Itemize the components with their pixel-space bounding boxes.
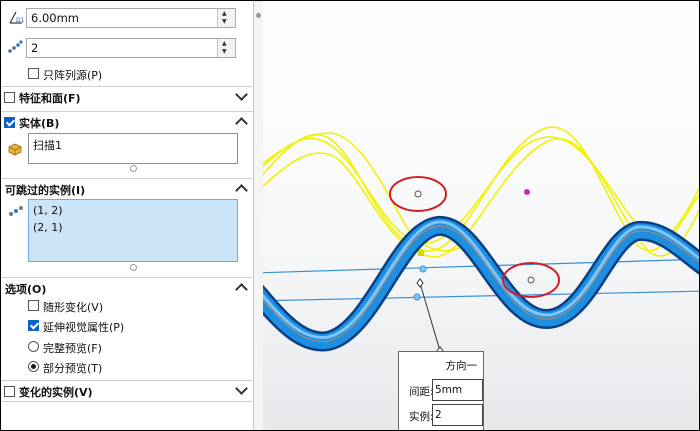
chevron-down-icon[interactable] — [235, 382, 248, 395]
skip-instances-header[interactable]: 可跳过的实例(I) — [1, 178, 253, 199]
distance-field[interactable]: 6.00mm ▲ ▼ — [26, 8, 236, 28]
chevron-up-icon[interactable] — [235, 184, 248, 197]
varied-instances-label: 变化的实例(V) — [19, 386, 93, 399]
chevron-up-icon[interactable] — [235, 117, 248, 130]
options-header[interactable]: 选项(O) — [1, 277, 253, 298]
instances-value: 2 — [31, 41, 39, 55]
instances-callout-value: 2 — [435, 409, 442, 421]
bodies-list[interactable]: 扫描1 — [28, 133, 238, 164]
svg-text:D1: D1 — [16, 17, 25, 24]
list-item[interactable]: (1, 2) — [33, 204, 63, 217]
spacing-value: 5mm — [435, 384, 463, 396]
instances-field[interactable]: 2 ▲ ▼ — [26, 38, 236, 58]
options-label: 选项(O) — [5, 283, 47, 296]
features-faces-header[interactable]: 特征和面(F) — [1, 86, 253, 107]
solid-body-icon — [7, 142, 23, 159]
instances-callout-label: 实例: — [409, 411, 434, 423]
instances-callout-field[interactable]: 2 — [432, 404, 483, 426]
resize-grip[interactable] — [130, 165, 137, 172]
partial-preview-radio[interactable] — [28, 361, 39, 372]
propagate-visual-checkbox[interactable] — [28, 320, 39, 331]
varied-instances-checkbox[interactable] — [4, 386, 15, 397]
bodies-header[interactable]: 实体(B) — [1, 111, 253, 132]
bodies-label: 实体(B) — [19, 117, 60, 130]
pattern-seed-only-label: 只阵列源(P) — [43, 69, 103, 82]
full-preview-radio[interactable] — [28, 341, 39, 352]
spacing-label: 间距: — [409, 386, 434, 398]
skip-instances-icon — [8, 205, 24, 220]
vary-sketch-label: 随形变化(V) — [43, 301, 104, 314]
propagate-visual-label: 延伸视觉属性(P) — [43, 321, 125, 334]
skip-instances-list[interactable]: (1, 2) (2, 1) — [28, 199, 238, 262]
vary-sketch-checkbox[interactable] — [28, 300, 39, 311]
distance-spinner[interactable]: ▲ ▼ — [217, 9, 235, 27]
direction-callout[interactable]: 方向一 间距: 5mm 实例: 2 — [398, 351, 484, 430]
list-item[interactable]: 扫描1 — [33, 137, 62, 153]
varied-instances-header[interactable]: 变化的实例(V) — [1, 380, 253, 401]
resize-grip[interactable] — [130, 264, 137, 271]
pattern-seed-only-checkbox[interactable] — [28, 68, 39, 79]
graphics-viewport[interactable]: 方向一 间距: 5mm 实例: 2 — [263, 1, 699, 430]
partial-preview-label: 部分预览(T) — [43, 362, 103, 375]
chevron-up-icon[interactable] — [235, 283, 248, 296]
instances-spinner[interactable]: ▲ ▼ — [217, 39, 235, 57]
features-faces-label: 特征和面(F) — [19, 92, 81, 105]
distance-value: 6.00mm — [31, 11, 80, 25]
list-item[interactable]: (2, 1) — [33, 221, 63, 234]
distance-icon: D1 — [7, 9, 25, 30]
direction-callout-title: 方向一 — [445, 360, 478, 372]
window: D1 6.00mm ▲ ▼ 2 ▲ ▼ 只阵列源(P) 特征和面(F) 实体(B) — [0, 0, 700, 431]
spacing-field[interactable]: 5mm — [432, 379, 483, 401]
features-faces-checkbox[interactable] — [4, 92, 15, 103]
property-manager: D1 6.00mm ▲ ▼ 2 ▲ ▼ 只阵列源(P) 特征和面(F) 实体(B) — [1, 1, 253, 430]
instances-icon — [7, 40, 23, 57]
seed-point — [524, 189, 530, 195]
skip-instances-label: 可跳过的实例(I) — [5, 184, 86, 197]
bodies-checkbox[interactable] — [4, 117, 15, 128]
full-preview-label: 完整预览(F) — [43, 342, 102, 355]
chevron-down-icon[interactable] — [235, 88, 248, 101]
